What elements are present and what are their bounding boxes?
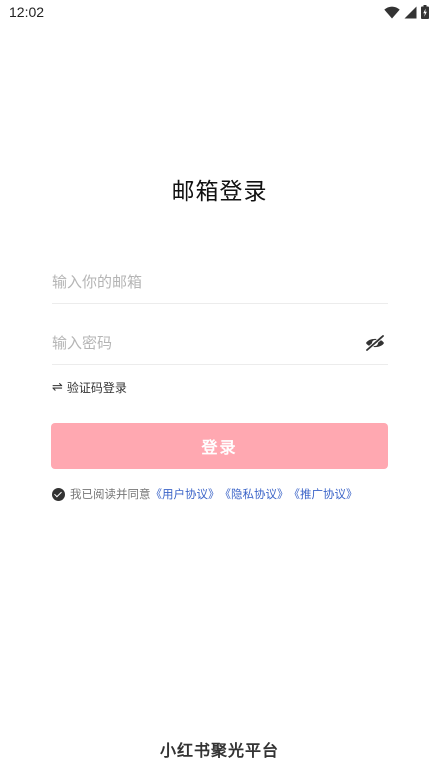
promotion-agreement-link[interactable]: 《推广协议》 bbox=[289, 486, 358, 502]
page-title: 邮箱登录 bbox=[171, 179, 268, 205]
verification-code-login-link[interactable]: ⇌ 验证码登录 bbox=[52, 379, 127, 396]
status-time: 12:02 bbox=[9, 4, 45, 20]
signal-icon bbox=[404, 6, 417, 18]
user-agreement-link[interactable]: 《用户协议》 bbox=[151, 486, 220, 502]
agreement-prefix: 我已阅读并同意 bbox=[70, 487, 151, 501]
battery-icon bbox=[421, 5, 429, 19]
eye-closed-icon[interactable] bbox=[364, 333, 386, 353]
privacy-agreement-link[interactable]: 《隐私协议》 bbox=[220, 486, 289, 502]
switch-arrows-icon: ⇌ bbox=[52, 380, 63, 395]
email-input[interactable] bbox=[52, 260, 352, 304]
brand-logo-icon bbox=[194, 676, 244, 726]
wifi-icon bbox=[384, 6, 400, 18]
password-input[interactable] bbox=[52, 321, 352, 365]
status-icons bbox=[384, 5, 429, 19]
status-bar: 12:02 bbox=[0, 0, 439, 26]
password-field-container bbox=[52, 321, 388, 365]
switch-login-label: 验证码登录 bbox=[66, 381, 127, 395]
agreement-checkbox[interactable] bbox=[52, 487, 65, 501]
brand-name: 小红书聚光平台 bbox=[159, 741, 279, 760]
login-button[interactable]: 登录 bbox=[51, 423, 388, 469]
agreement-row: 我已阅读并同意 《用户协议》 《隐私协议》 《推广协议》 bbox=[52, 486, 358, 502]
email-field-container bbox=[52, 260, 388, 304]
